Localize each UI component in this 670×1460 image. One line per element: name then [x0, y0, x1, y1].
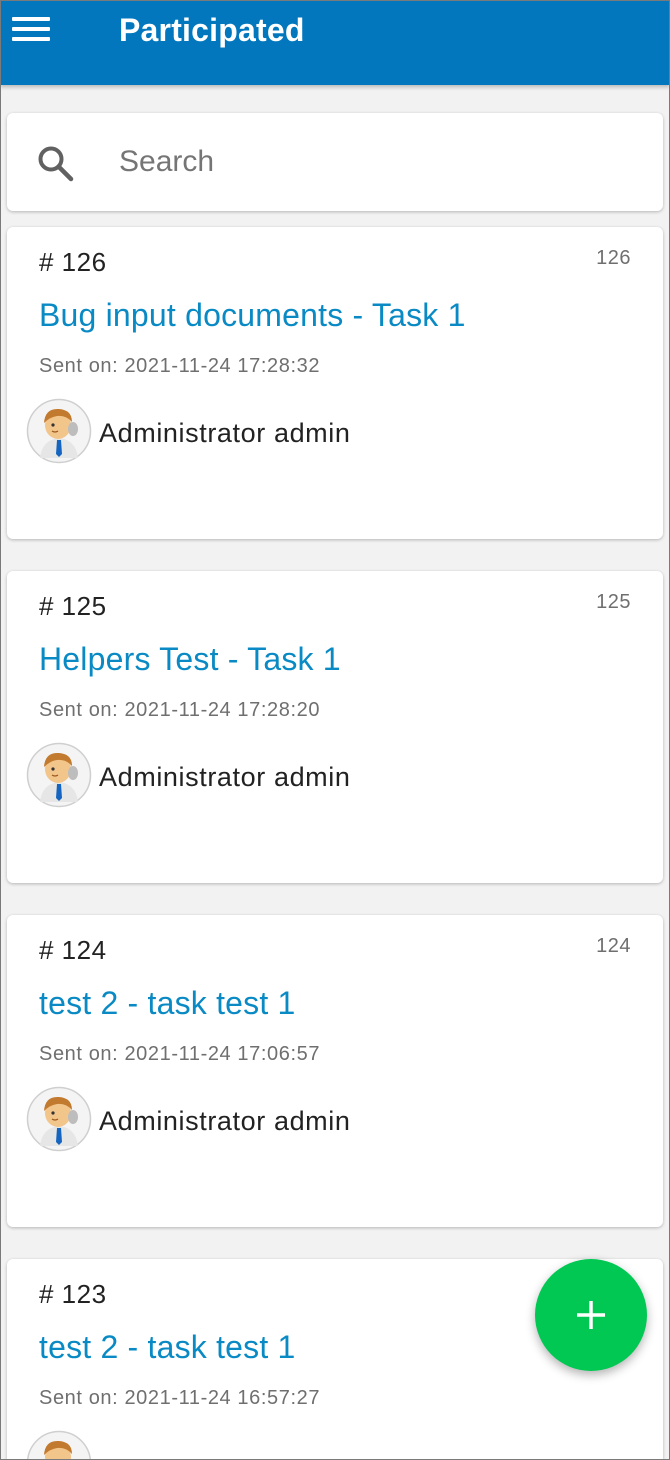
task-number: # 125 [39, 591, 107, 621]
app-bar: Participated [0, 0, 670, 85]
task-sent-date: Sent on: 2021-11-24 17:28:32 [39, 355, 321, 377]
task-number: # 124 [39, 935, 107, 965]
task-user-name: Administrator admin [99, 1106, 351, 1136]
task-id: 126 [596, 247, 631, 269]
user-avatar [26, 742, 92, 808]
task-card[interactable]: # 125 125 Helpers Test - Task 1 Sent on:… [7, 571, 663, 883]
task-id: 125 [596, 591, 631, 613]
task-title-link[interactable]: test 2 - task test 1 [39, 1329, 296, 1366]
search-icon[interactable] [36, 144, 76, 184]
task-title-link[interactable]: Bug input documents - Task 1 [39, 297, 466, 334]
task-user-name: Administrator admin [99, 418, 351, 448]
task-sent-date: Sent on: 2021-11-24 17:28:20 [39, 699, 321, 721]
task-user-name: Administrator admin [99, 762, 351, 792]
task-card[interactable]: # 124 124 test 2 - task test 1 Sent on: … [7, 915, 663, 1227]
search-input[interactable] [119, 140, 639, 184]
task-sent-date: Sent on: 2021-11-24 16:57:27 [39, 1387, 321, 1409]
task-sent-date: Sent on: 2021-11-24 17:06:57 [39, 1043, 321, 1065]
task-id: 124 [596, 935, 631, 957]
task-card[interactable]: # 126 126 Bug input documents - Task 1 S… [7, 227, 663, 539]
task-title-link[interactable]: Helpers Test - Task 1 [39, 641, 341, 678]
task-number: # 126 [39, 247, 107, 277]
user-avatar [26, 1086, 92, 1152]
user-avatar [26, 398, 92, 464]
hamburger-menu-icon[interactable] [12, 17, 50, 43]
add-task-button[interactable] [535, 1259, 647, 1371]
task-title-link[interactable]: test 2 - task test 1 [39, 985, 296, 1022]
plus-icon [577, 1301, 605, 1329]
page-title: Participated [119, 12, 305, 48]
task-number: # 123 [39, 1279, 107, 1309]
user-avatar [26, 1430, 92, 1460]
